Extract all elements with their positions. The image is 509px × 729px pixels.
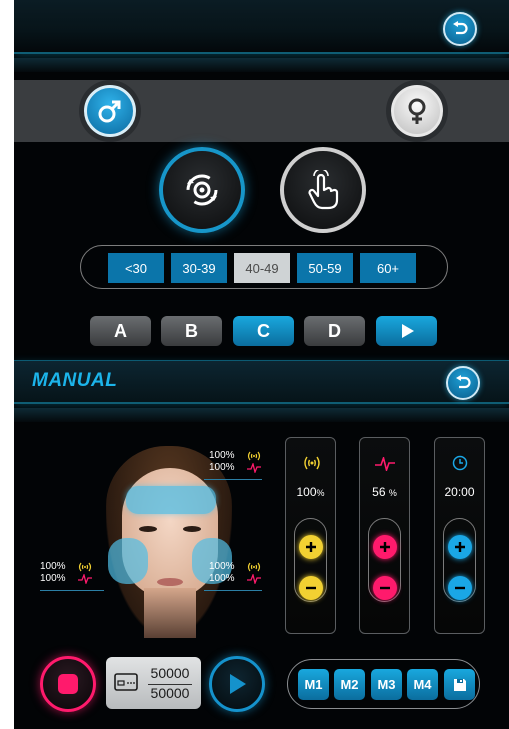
forehead-pad[interactable] [126,486,216,514]
forehead-pad-leader [204,479,262,480]
pulse-plus-button[interactable] [373,535,397,559]
memory-m1-button[interactable]: M1 [298,669,329,700]
manual-mode-button[interactable] [280,147,366,233]
age-btn-30-39[interactable]: 30-39 [171,253,227,283]
left-cheek-pad-leader [40,590,104,591]
plus-icon [380,542,390,552]
age-btn-50-59[interactable]: 50-59 [297,253,353,283]
card-icon [114,673,138,691]
program-a-button[interactable]: A [90,316,151,346]
age-btn-60-plus[interactable]: 60+ [360,253,416,283]
memory-m3-button[interactable]: M3 [371,669,402,700]
radio-wave-icon [78,562,92,572]
auto-cycle-icon [186,174,218,206]
plus-icon [455,542,465,552]
intensity-value: 100% [296,485,325,499]
manual-title: MANUAL [32,370,118,391]
program-d-button[interactable]: D [304,316,365,346]
timer-value: 20:00 [444,485,475,499]
manual-header-shadow [14,408,509,422]
left-cheek-pulse-value: 100% [40,573,66,584]
female-button[interactable] [391,85,443,137]
counter-total: 50000 [150,685,190,701]
face-image-left-eye [139,526,157,532]
right-cheek-pulse-value: 100% [209,573,235,584]
timer-plus-button[interactable] [448,535,472,559]
program-play-button[interactable] [376,316,437,346]
left-cheek-pad[interactable] [108,538,148,584]
play-icon [230,674,246,694]
left-cheek-pad-info: 100% 100% [40,561,92,585]
save-icon [453,678,466,691]
right-cheek-pad-info: 100% 100% [209,561,261,585]
auto-mode-button[interactable] [159,147,245,233]
app-screen: <30 30-39 40-49 50-59 60+ A B C D MANUAL… [14,0,509,729]
face-image-neck [144,588,196,638]
pulse-icon [375,457,395,471]
hand-touch-icon [308,170,339,210]
program-c-button[interactable]: C [233,316,294,346]
program-b-button[interactable]: B [161,316,222,346]
male-button[interactable] [84,85,136,137]
stop-button[interactable] [40,656,96,712]
pulse-icon [247,574,261,584]
pulse-icon [247,463,261,473]
save-button[interactable] [444,669,475,700]
back-arrow-icon [456,375,471,389]
minus-icon [306,586,316,590]
forehead-pad-info: 100% 100% [209,450,261,474]
radio-wave-icon [304,456,320,470]
back-button[interactable] [443,12,477,46]
back-arrow-icon [453,21,468,35]
radio-wave-icon [247,562,261,572]
session-counter: 50000 50000 [106,657,201,709]
manual-back-button[interactable] [446,366,480,400]
plus-icon [306,542,316,552]
counter-current: 50000 [150,665,190,681]
start-button[interactable] [209,656,265,712]
face-image-right-eye [183,526,201,532]
radio-wave-icon [247,451,261,461]
forehead-pulse-value: 100% [209,462,235,473]
memory-m4-button[interactable]: M4 [407,669,438,700]
clock-icon [452,455,468,471]
memory-m2-button[interactable]: M2 [334,669,365,700]
right-cheek-pad-leader [204,590,262,591]
top-header-bar [14,0,509,54]
pulse-minus-button[interactable] [373,576,397,600]
right-cheek-intensity-value: 100% [209,561,235,572]
intensity-control: 100% [285,437,336,634]
header-shadow [14,58,509,72]
timer-control: 20:00 [434,437,485,634]
pulse-value: 56 % [372,485,397,499]
male-symbol-icon [98,100,121,123]
left-cheek-intensity-value: 100% [40,561,66,572]
stop-icon [58,674,78,694]
face-image-lips [157,578,183,586]
timer-minus-button[interactable] [448,576,472,600]
intensity-plus-button[interactable] [299,535,323,559]
forehead-intensity-value: 100% [209,450,235,461]
minus-icon [380,586,390,590]
minus-icon [455,586,465,590]
play-icon [401,324,414,338]
pulse-control: 56 % [359,437,410,634]
female-symbol-icon [408,98,426,124]
intensity-minus-button[interactable] [299,576,323,600]
age-btn-under-30[interactable]: <30 [108,253,164,283]
pulse-icon [78,574,92,584]
age-btn-40-49[interactable]: 40-49 [234,253,290,283]
